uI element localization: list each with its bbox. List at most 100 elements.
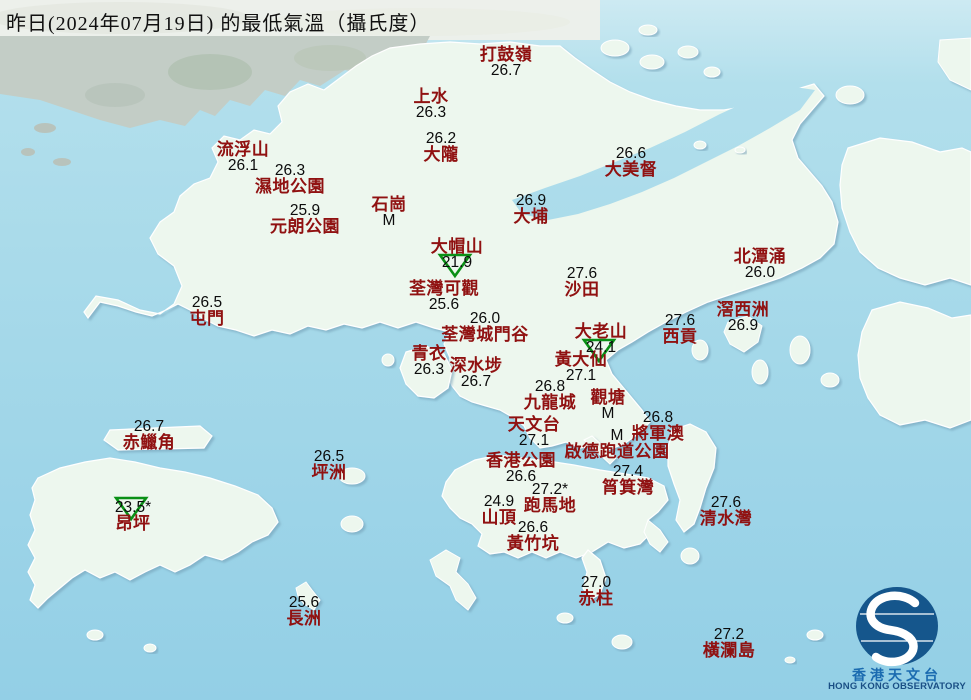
station-青衣: 青衣 26.3: [412, 345, 447, 377]
station-value: 27.2*: [531, 481, 569, 498]
station-value: M: [610, 427, 624, 444]
station-name: 大埔: [513, 207, 549, 226]
station-name: 北潭涌: [733, 247, 787, 266]
map-title: 昨日(2024年07月19日) 的最低氣溫（攝氏度）: [6, 13, 431, 35]
station-name: 坪洲: [311, 463, 347, 482]
station-value: 27.6: [566, 265, 598, 282]
station-value: 26.8: [642, 409, 674, 426]
station-name: 橫瀾島: [702, 641, 756, 660]
station-name: 石崗: [371, 195, 407, 214]
station-value: 27.4: [612, 463, 644, 480]
station-value: 26.3: [413, 361, 445, 378]
station-name: 大帽山: [430, 237, 484, 256]
station-name: 打鼓嶺: [479, 45, 533, 64]
station-跑馬地: 27.2* 跑馬地: [524, 482, 577, 514]
station-西貢: 27.6 西貢: [663, 313, 698, 345]
station-name: 西貢: [662, 327, 698, 346]
station-value: 26.0: [744, 264, 776, 281]
station-name: 荃灣城門谷: [441, 325, 529, 344]
station-value: 26.9: [515, 192, 547, 209]
station-黃竹坑: 26.6 黃竹坑: [507, 520, 560, 552]
station-石崗: 石崗 M: [372, 196, 407, 228]
station-name: 香港公園: [486, 451, 556, 470]
station-value: 27.6: [664, 312, 696, 329]
hko-logo-name-en: HONG KONG OBSERVATORY: [828, 681, 966, 692]
station-長洲: 25.6 長洲: [287, 595, 322, 627]
station-name: 滘西洲: [716, 300, 770, 319]
station-value: 26.6: [615, 145, 647, 162]
station-屯門: 26.5 屯門: [190, 295, 225, 327]
station-坪洲: 26.5 坪洲: [312, 449, 347, 481]
station-value: M: [382, 212, 396, 229]
station-大埔: 26.9 大埔: [514, 193, 549, 225]
station-value: 26.3: [415, 104, 447, 121]
station-赤柱: 27.0 赤柱: [579, 575, 614, 607]
station-九龍城: 26.8 九龍城: [524, 379, 577, 411]
station-荃灣城門谷: 26.0 荃灣城門谷: [441, 311, 529, 343]
station-name: 觀塘: [590, 388, 626, 407]
station-赤鱲角: 26.7 赤鱲角: [123, 419, 176, 451]
station-昂坪: 23.5* 昂坪: [113, 496, 151, 533]
station-value: 26.8: [534, 378, 566, 395]
station-筲箕灣: 27.4 筲箕灣: [602, 464, 655, 496]
station-value: 26.2: [425, 130, 457, 147]
station-name: 九龍城: [523, 393, 577, 412]
station-value: 26.0: [469, 310, 501, 327]
station-value: 25.9: [289, 202, 321, 219]
station-橫瀾島: 27.2 橫瀾島: [703, 627, 756, 659]
station-name: 濕地公園: [255, 177, 325, 196]
station-value: 25.6: [428, 296, 460, 313]
station-value: 27.6: [710, 494, 742, 511]
station-value: 24.9: [483, 493, 515, 510]
station-name: 跑馬地: [523, 496, 577, 515]
station-name: 流浮山: [216, 140, 270, 159]
station-元朗公園: 25.9 元朗公園: [270, 203, 340, 235]
station-大帽山: 大帽山 21.9: [430, 237, 484, 279]
station-value: 26.6: [517, 519, 549, 536]
station-滘西洲: 滘西洲 26.9: [717, 301, 770, 333]
station-value: M: [601, 405, 615, 422]
station-name: 赤柱: [578, 589, 614, 608]
station-name: 青衣: [411, 344, 447, 363]
station-沙田: 27.6 沙田: [565, 266, 600, 298]
station-name: 元朗公園: [270, 217, 340, 236]
station-name: 荃灣可觀: [409, 279, 479, 298]
station-name: 黃竹坑: [506, 534, 560, 553]
station-name: 筲箕灣: [601, 478, 655, 497]
weather-map-screenshot: .land{fill:#edf7ee;stroke:#ffffff;stroke…: [0, 0, 971, 700]
station-value: 26.7: [490, 62, 522, 79]
station-value: 26.7: [133, 418, 165, 435]
station-大美督: 26.6 大美督: [605, 146, 658, 178]
station-北潭涌: 北潭涌 26.0: [734, 248, 787, 280]
station-name: 天文台: [507, 415, 561, 434]
station-value: 26.5: [313, 448, 345, 465]
station-濕地公園: 26.3 濕地公園: [255, 163, 325, 195]
station-香港公園: 香港公園 26.6: [486, 452, 556, 484]
station-name: 沙田: [564, 280, 600, 299]
station-name: 赤鱲角: [122, 433, 176, 452]
station-觀塘: 觀塘 M: [591, 389, 626, 421]
station-荃灣可觀: 荃灣可觀 25.6: [409, 280, 479, 312]
stations-layer: 打鼓嶺 26.7 上水 26.3 26.2 大隴 流浮山 26.1 26.3 濕地公園 25.9 元朗…: [0, 0, 971, 700]
station-value: 21.9: [441, 254, 473, 271]
station-啟德跑道公園: M 啟德跑道公園: [565, 428, 670, 460]
station-name: 黃大仙: [554, 350, 608, 369]
station-value: 26.9: [727, 317, 759, 334]
station-value: 26.3: [274, 162, 306, 179]
station-name: 深水埗: [449, 356, 503, 375]
station-name: 大老山: [574, 322, 628, 341]
station-name: 屯門: [189, 309, 225, 328]
station-name: 啟德跑道公園: [564, 442, 670, 461]
station-value: 26.7: [460, 373, 492, 390]
station-name: 大隴: [423, 145, 459, 164]
station-value: 27.1: [518, 432, 550, 449]
station-name: 長洲: [286, 609, 322, 628]
station-清水灣: 27.6 清水灣: [700, 495, 753, 527]
station-name: 上水: [413, 87, 449, 106]
station-name: 昂坪: [115, 514, 151, 533]
station-深水埗: 深水埗 26.7: [450, 357, 503, 389]
station-大隴: 26.2 大隴: [424, 131, 459, 163]
station-value: 25.6: [288, 594, 320, 611]
station-name: 大美督: [604, 160, 658, 179]
station-打鼓嶺: 打鼓嶺 26.7: [480, 46, 533, 78]
